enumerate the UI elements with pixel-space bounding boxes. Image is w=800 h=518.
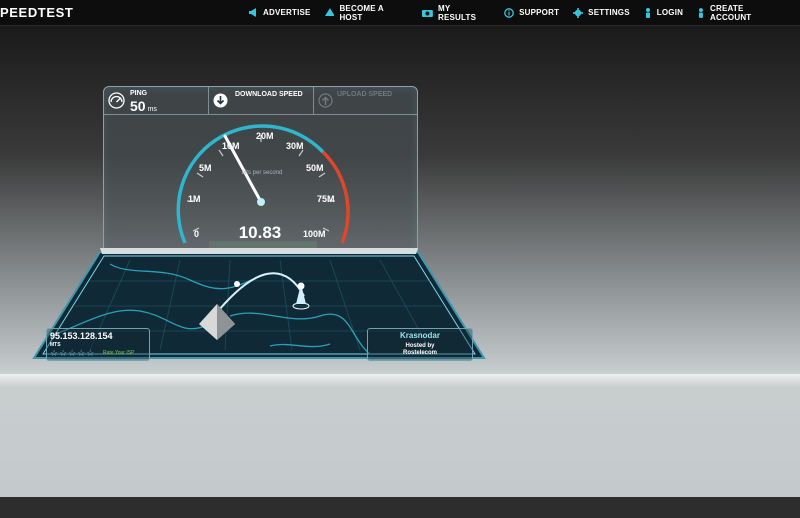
top-navigation-bar: PEEDTEST ADVERTISE BECOME A HOST MY RESU… [0,0,800,26]
tick-50m: 50M [306,163,324,173]
nav-support-label: SUPPORT [519,8,560,17]
results-camera-icon [422,10,433,17]
tick-1m: 1M [188,194,201,204]
rating-star-icon[interactable]: ☆ [77,348,85,359]
rate-your-isp-link[interactable]: Rate Your ISP [103,350,134,356]
rating-star-icon[interactable]: ☆ [86,348,94,359]
nav-create-account-label: CREATE ACCOUNT [710,3,752,22]
ping-value: 50 ms [130,98,157,114]
client-ip: 95.153.128.154 [50,331,113,341]
tick-10m: 10M [222,141,240,151]
tick-75m: 75M [317,194,335,204]
nav-my-results[interactable]: MY RESULTS [422,4,490,22]
upload-label: UPLOAD SPEED [337,91,393,98]
rating-star-icon[interactable]: ☆ [68,348,76,359]
isp-rating-stars[interactable]: ☆ ☆ ☆ ☆ ☆ [50,348,95,359]
nav-advertise-label: ADVERTISE [263,8,311,17]
host-pyramid-icon [324,8,335,16]
rating-star-icon[interactable]: ☆ [59,348,67,359]
speedtest-logo[interactable]: PEEDTEST [0,5,73,20]
nav-login[interactable]: LOGIN [644,7,684,18]
info-icon [504,7,514,18]
bottom-bar [0,497,800,518]
server-hosted-label: Hosted by [405,343,435,349]
nav-advertise[interactable]: ADVERTISE [248,8,311,17]
gear-icon [573,7,584,18]
rating-star-icon[interactable]: ☆ [50,348,58,359]
download-stat: DOWNLOAD SPEED [209,87,314,114]
person-add-icon [699,7,704,18]
tick-5m: 5M [199,163,212,173]
current-speed: 10.83 [238,223,282,242]
ping-stat: PING 50 ms [104,87,209,114]
gauge-unit-caption: bits per second [241,170,283,176]
upload-arrow-icon [318,93,333,108]
nav-settings[interactable]: SETTINGS [573,7,630,18]
nav-become-a-host[interactable]: BECOME A HOST [324,3,409,22]
nav-my-results-label: MY RESULTS [437,3,477,22]
server-host: Rostelecom [402,350,437,356]
ping-number: 50 [130,98,146,114]
main-nav: ADVERTISE BECOME A HOST MY RESULTS SUPPO… [248,0,800,25]
ping-gauge-icon [108,92,125,109]
download-arrow-icon [213,93,228,108]
tick-20m: 20M [256,131,274,141]
floor-shelf [0,374,800,388]
megaphone-icon [249,8,256,17]
server-info-box[interactable]: Krasnodar Hosted by Rostelecom [367,328,473,361]
ping-unit: ms [147,106,157,113]
nav-support[interactable]: SUPPORT [504,7,560,18]
nav-settings-label: SETTINGS [588,8,630,17]
tick-30m: 30M [286,141,304,151]
upload-stat: UPLOAD SPEED [314,87,417,114]
client-info-box: 95.153.128.154 MTS ☆ ☆ ☆ ☆ ☆ Rate Your I… [46,328,150,361]
person-icon [645,7,650,18]
test-stats-header: PING 50 ms DOWNLOAD SPEED UPLOAD SPEED [104,87,417,115]
server-city: Krasnodar [399,331,440,340]
tick-0: 0 [194,229,200,239]
tick-100m: 100M [303,229,326,239]
nav-create-account[interactable]: CREATE ACCOUNT [697,4,786,22]
nav-become-a-host-label: BECOME A HOST [339,3,384,22]
download-label: DOWNLOAD SPEED [235,91,303,98]
nav-login-label: LOGIN [656,8,684,17]
ping-label: PING [130,90,148,97]
